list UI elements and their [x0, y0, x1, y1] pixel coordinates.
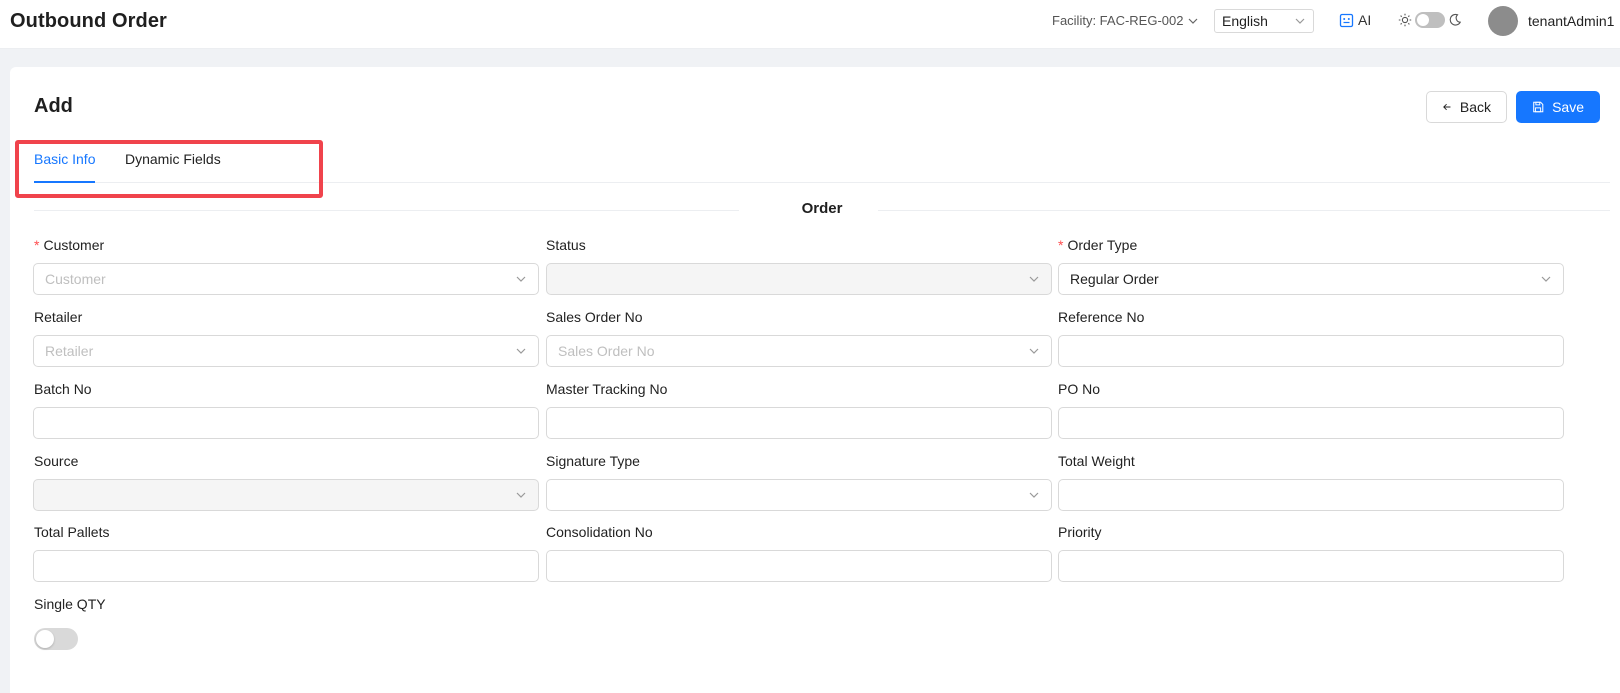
source-select[interactable] [33, 479, 539, 511]
arrow-left-icon [1443, 103, 1451, 111]
back-button[interactable]: Back [1426, 91, 1507, 123]
single-qty-switch[interactable] [34, 628, 78, 650]
facility-selector[interactable]: Facility: FAC-REG-002 [1052, 13, 1199, 28]
po-no-label: PO No [1058, 381, 1101, 397]
customer-select[interactable]: Customer [33, 263, 539, 295]
chevron-down-icon [1295, 18, 1305, 24]
save-button[interactable]: Save [1516, 91, 1600, 123]
chevron-down-icon [516, 276, 526, 282]
batch-no-input[interactable] [33, 407, 539, 439]
language-select[interactable]: English [1214, 9, 1314, 33]
sales-order-no-label: Sales Order No [546, 309, 643, 325]
main-card: Add Back Save Basic Info Dynamic Fields … [10, 67, 1620, 693]
sales-order-no-placeholder: Sales Order No [558, 343, 655, 359]
source-label: Source [34, 453, 79, 469]
master-tracking-no-label: Master Tracking No [546, 381, 668, 397]
order-type-select[interactable]: Regular Order [1058, 263, 1564, 295]
reference-no-input[interactable] [1058, 335, 1564, 367]
retailer-label: Retailer [34, 309, 83, 325]
chevron-down-icon [1029, 492, 1039, 498]
app-title: Outbound Order [10, 10, 167, 32]
moon-icon [1449, 13, 1462, 26]
status-label: Status [546, 237, 586, 253]
po-no-input[interactable] [1058, 407, 1564, 439]
chevron-down-icon [1541, 276, 1551, 282]
chevron-down-icon [516, 492, 526, 498]
ai-label: AI [1358, 12, 1372, 28]
batch-no-label: Batch No [34, 381, 92, 397]
single-qty-label: Single QTY [34, 596, 106, 612]
signature-type-label: Signature Type [546, 453, 640, 469]
page-title: Add [34, 95, 73, 117]
language-value: English [1222, 13, 1268, 29]
reference-no-label: Reference No [1058, 309, 1145, 325]
robot-icon [1339, 13, 1354, 27]
save-label: Save [1552, 99, 1584, 115]
retailer-placeholder: Retailer [45, 343, 94, 359]
chevron-down-icon [1029, 276, 1039, 282]
chevron-down-icon [1189, 18, 1198, 24]
tab-dynamic-fields[interactable]: Dynamic Fields [125, 151, 221, 167]
section-title: Order [801, 200, 843, 217]
avatar[interactable] [1488, 6, 1518, 36]
master-tracking-no-input[interactable] [546, 407, 1052, 439]
chevron-down-icon [1029, 348, 1039, 354]
sales-order-no-select[interactable]: Sales Order No [546, 335, 1052, 367]
customer-placeholder: Customer [45, 271, 106, 287]
chevron-down-icon [516, 348, 526, 354]
priority-input[interactable] [1058, 550, 1564, 582]
tab-basic-info[interactable]: Basic Info [34, 151, 96, 183]
back-label: Back [1459, 99, 1491, 115]
top-bar: Outbound Order Facility: FAC-REG-002 Eng… [0, 0, 1620, 49]
retailer-select[interactable]: Retailer [33, 335, 539, 367]
tab-bar: Basic Info Dynamic Fields [34, 137, 1610, 183]
sun-icon [1398, 13, 1412, 27]
status-select[interactable] [546, 263, 1052, 295]
theme-switcher [1398, 12, 1462, 28]
save-icon [1533, 101, 1544, 113]
total-weight-label: Total Weight [1058, 453, 1135, 469]
username[interactable]: tenantAdmin1 [1528, 13, 1614, 29]
order-type-value: Regular Order [1070, 271, 1159, 287]
required-mark: * [1058, 237, 1064, 253]
section-divider: Order [34, 200, 1610, 220]
total-pallets-label: Total Pallets [34, 524, 110, 540]
ai-button[interactable]: AI [1339, 12, 1371, 28]
theme-toggle[interactable] [1415, 12, 1445, 28]
consolidation-no-input[interactable] [546, 550, 1052, 582]
total-pallets-input[interactable] [33, 550, 539, 582]
priority-label: Priority [1058, 524, 1102, 540]
facility-label: Facility: FAC-REG-002 [1052, 13, 1184, 28]
total-weight-input[interactable] [1058, 479, 1564, 511]
order-type-label: * Order Type [1058, 237, 1138, 253]
consolidation-no-label: Consolidation No [546, 524, 653, 540]
required-mark: * [34, 237, 40, 253]
signature-type-select[interactable] [546, 479, 1052, 511]
customer-label: * Customer [34, 237, 105, 253]
